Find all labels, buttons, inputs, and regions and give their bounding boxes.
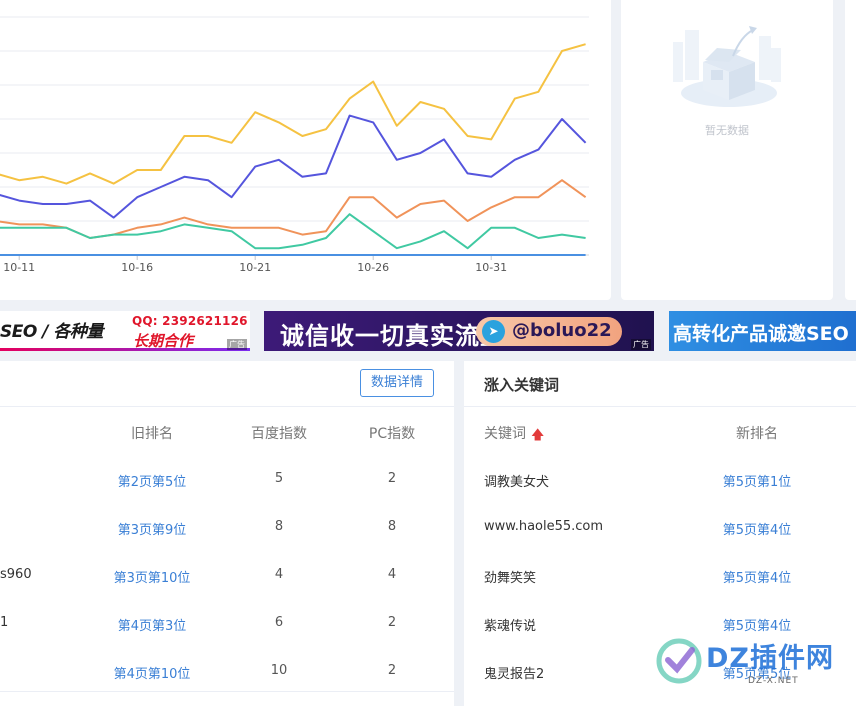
empty-data-panel: 暂无数据	[621, 0, 833, 300]
row-pc-index: 2	[387, 615, 397, 630]
row-keyword: 1	[0, 615, 9, 630]
row-pc-index: 4	[387, 567, 397, 582]
row-pc-index: 8	[387, 519, 397, 534]
row-baidu-index: 4	[274, 567, 284, 582]
row-old-rank-link[interactable]: 第2页第5位	[118, 471, 187, 490]
edge-panel	[845, 0, 856, 300]
banner-conversion-text: 高转化产品诚邀SEO	[673, 323, 849, 345]
empty-box-icon	[673, 26, 781, 107]
banner-stripe	[0, 348, 250, 351]
table-header-divider	[0, 406, 454, 407]
row-keyword: 劲舞笑笑	[484, 571, 537, 586]
row-new-rank-link[interactable]: 第5页第4位	[723, 615, 792, 634]
row-baidu-index: 6	[274, 615, 284, 630]
col-header-new-rank: 新排名	[736, 426, 778, 442]
dz-logo-icon	[656, 638, 702, 684]
banner-contact-pill: ➤ @boluo22	[476, 317, 622, 346]
col-header-keyword-label: 关键词	[484, 426, 526, 442]
ranking-table-panel	[0, 361, 454, 706]
row-baidu-index: 5	[274, 471, 284, 486]
row-old-rank-link[interactable]: 第3页第10位	[114, 567, 191, 586]
x-tick-label: 10-31	[475, 261, 508, 274]
telegram-icon: ➤	[482, 320, 505, 343]
row-new-rank-link[interactable]: 第5页第4位	[723, 567, 792, 586]
data-details-button[interactable]: 数据详情	[360, 369, 434, 397]
row-keyword: 调教美女犬	[484, 475, 550, 490]
col-header-old-rank: 旧排名	[131, 426, 173, 442]
trend-line-chart	[0, 16, 589, 260]
row-baidu-index: 8	[274, 519, 284, 534]
rising-keywords-title: 涨入关键词	[484, 376, 560, 394]
empty-state-text: 暂无数据	[705, 124, 749, 137]
watermark-sub: DZ-X.NET	[748, 676, 799, 686]
banner-handle-text: @boluo22	[512, 320, 612, 341]
trend-chart-panel: 10-11 10-16 10-21 10-26 10-31	[0, 0, 611, 300]
dz-watermark: DZ插件网 DZ-X.NET	[654, 636, 856, 706]
series-line-3	[0, 179, 587, 239]
ad-banner-conversion[interactable]: 高转化产品诚邀SEO	[669, 311, 856, 351]
banner-traffic-text: 诚信收一切真实流量	[280, 322, 505, 350]
ad-banner-seo[interactable]: SEO / 各种量 QQ: 2392621126 长期合作 广告	[0, 311, 250, 351]
row-keyword: s960	[0, 567, 32, 582]
ad-banner-traffic[interactable]: 诚信收一切真实流量 ➤ @boluo22 广告	[264, 311, 654, 351]
row-keyword: 鬼灵报告2	[484, 667, 545, 682]
row-baidu-index: 10	[270, 663, 288, 678]
row-pc-index: 2	[387, 663, 397, 678]
row-old-rank-link[interactable]: 第3页第9位	[118, 519, 187, 538]
x-tick-label: 10-26	[357, 261, 390, 274]
section-title-divider	[464, 406, 856, 407]
watermark-text: DZ插件网	[706, 643, 834, 674]
table-bottom-divider	[0, 691, 454, 692]
row-pc-index: 2	[387, 471, 397, 486]
banner-qq-text: QQ: 2392621126	[132, 314, 248, 328]
row-old-rank-link[interactable]: 第4页第10位	[114, 663, 191, 682]
row-old-rank-link[interactable]: 第4页第3位	[118, 615, 187, 634]
ad-tag: 广告	[631, 339, 651, 350]
x-tick-label: 10-11	[3, 261, 36, 274]
col-header-keyword[interactable]: 关键词 🡅	[484, 423, 544, 447]
ad-tag: 广告	[227, 339, 247, 350]
sort-up-arrow-icon[interactable]: 🡅	[531, 426, 544, 448]
x-tick-label: 10-16	[121, 261, 154, 274]
row-new-rank-link[interactable]: 第5页第4位	[723, 519, 792, 538]
col-header-pc-index: PC指数	[368, 426, 416, 442]
banner-seo-text: SEO / 各种量	[0, 322, 103, 342]
x-tick-label: 10-21	[239, 261, 272, 274]
row-keyword: 紫魂传说	[484, 619, 537, 634]
col-header-baidu-index: 百度指数	[251, 426, 307, 442]
row-new-rank-link[interactable]: 第5页第1位	[723, 471, 792, 490]
series-line-1	[0, 43, 586, 185]
row-keyword: www.haole55.com	[484, 519, 604, 534]
